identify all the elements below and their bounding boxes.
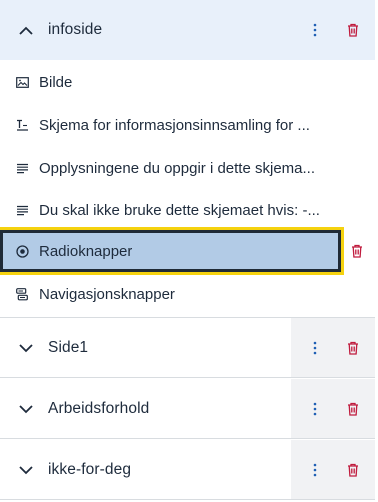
component-item-bilde[interactable]: Bilde — [0, 61, 345, 103]
navigation-buttons-icon — [15, 287, 29, 301]
chevron-up-icon — [18, 22, 34, 38]
trash-icon[interactable] — [350, 243, 364, 259]
trash-icon[interactable] — [346, 22, 360, 38]
page-actions — [291, 0, 375, 60]
more-options-icon[interactable] — [309, 338, 321, 358]
page-actions — [291, 379, 375, 439]
component-item-radioknapper[interactable]: Radioknapper — [0, 227, 344, 275]
paragraph-icon — [15, 161, 29, 175]
component-item-paragraph[interactable]: Du skal ikke bruke dette skjemaet hvis: … — [0, 189, 345, 231]
trash-icon[interactable] — [346, 401, 360, 417]
page-section-ikke-for-deg: ikke-for-deg — [0, 440, 375, 500]
component-label: Bilde — [39, 73, 73, 91]
chevron-down-icon — [18, 340, 34, 356]
section-divider — [0, 438, 375, 439]
section-divider — [0, 499, 375, 500]
page-title: ikke-for-deg — [48, 461, 132, 478]
more-options-icon[interactable] — [309, 460, 321, 480]
component-item-heading[interactable]: Skjema for informasjonsinnsamling for ..… — [0, 104, 345, 146]
more-options-icon[interactable] — [309, 399, 321, 419]
page-section-infoside: infoside — [0, 0, 375, 60]
component-label: Skjema for informasjonsinnsamling for ..… — [39, 116, 310, 134]
chevron-down-icon — [18, 462, 34, 478]
page-actions — [291, 318, 375, 378]
page-toggle-ikke-for-deg[interactable]: ikke-for-deg — [0, 440, 290, 500]
page-title: Arbeidsforhold — [48, 400, 150, 417]
page-toggle-arbeidsforhold[interactable]: Arbeidsforhold — [0, 379, 290, 439]
component-label: Radioknapper — [39, 242, 133, 260]
heading-icon — [15, 118, 29, 132]
radio-icon — [15, 244, 29, 258]
page-section-side1: Side1 — [0, 318, 375, 378]
component-item-navigasjonsknapper[interactable]: Navigasjonsknapper — [0, 273, 345, 315]
image-icon — [15, 75, 29, 89]
trash-icon[interactable] — [346, 462, 360, 478]
page-title: infoside — [48, 21, 103, 38]
paragraph-icon — [15, 203, 29, 217]
page-toggle-infoside[interactable]: infoside — [0, 0, 290, 60]
page-toggle-side1[interactable]: Side1 — [0, 318, 290, 378]
page-actions — [291, 440, 375, 500]
page-tree-panel: infoside Bilde Skjema for informasjonsin… — [0, 0, 375, 502]
component-item-paragraph[interactable]: Opplysningene du oppgir i dette skjema..… — [0, 147, 345, 189]
trash-icon[interactable] — [346, 340, 360, 356]
more-options-icon[interactable] — [309, 20, 321, 40]
component-label: Navigasjonsknapper — [39, 285, 175, 303]
section-divider — [0, 377, 375, 378]
chevron-down-icon — [18, 401, 34, 417]
page-title: Side1 — [48, 339, 89, 356]
component-label: Opplysningene du oppgir i dette skjema..… — [39, 159, 315, 177]
component-label: Du skal ikke bruke dette skjemaet hvis: … — [39, 201, 320, 219]
page-section-arbeidsforhold: Arbeidsforhold — [0, 379, 375, 439]
